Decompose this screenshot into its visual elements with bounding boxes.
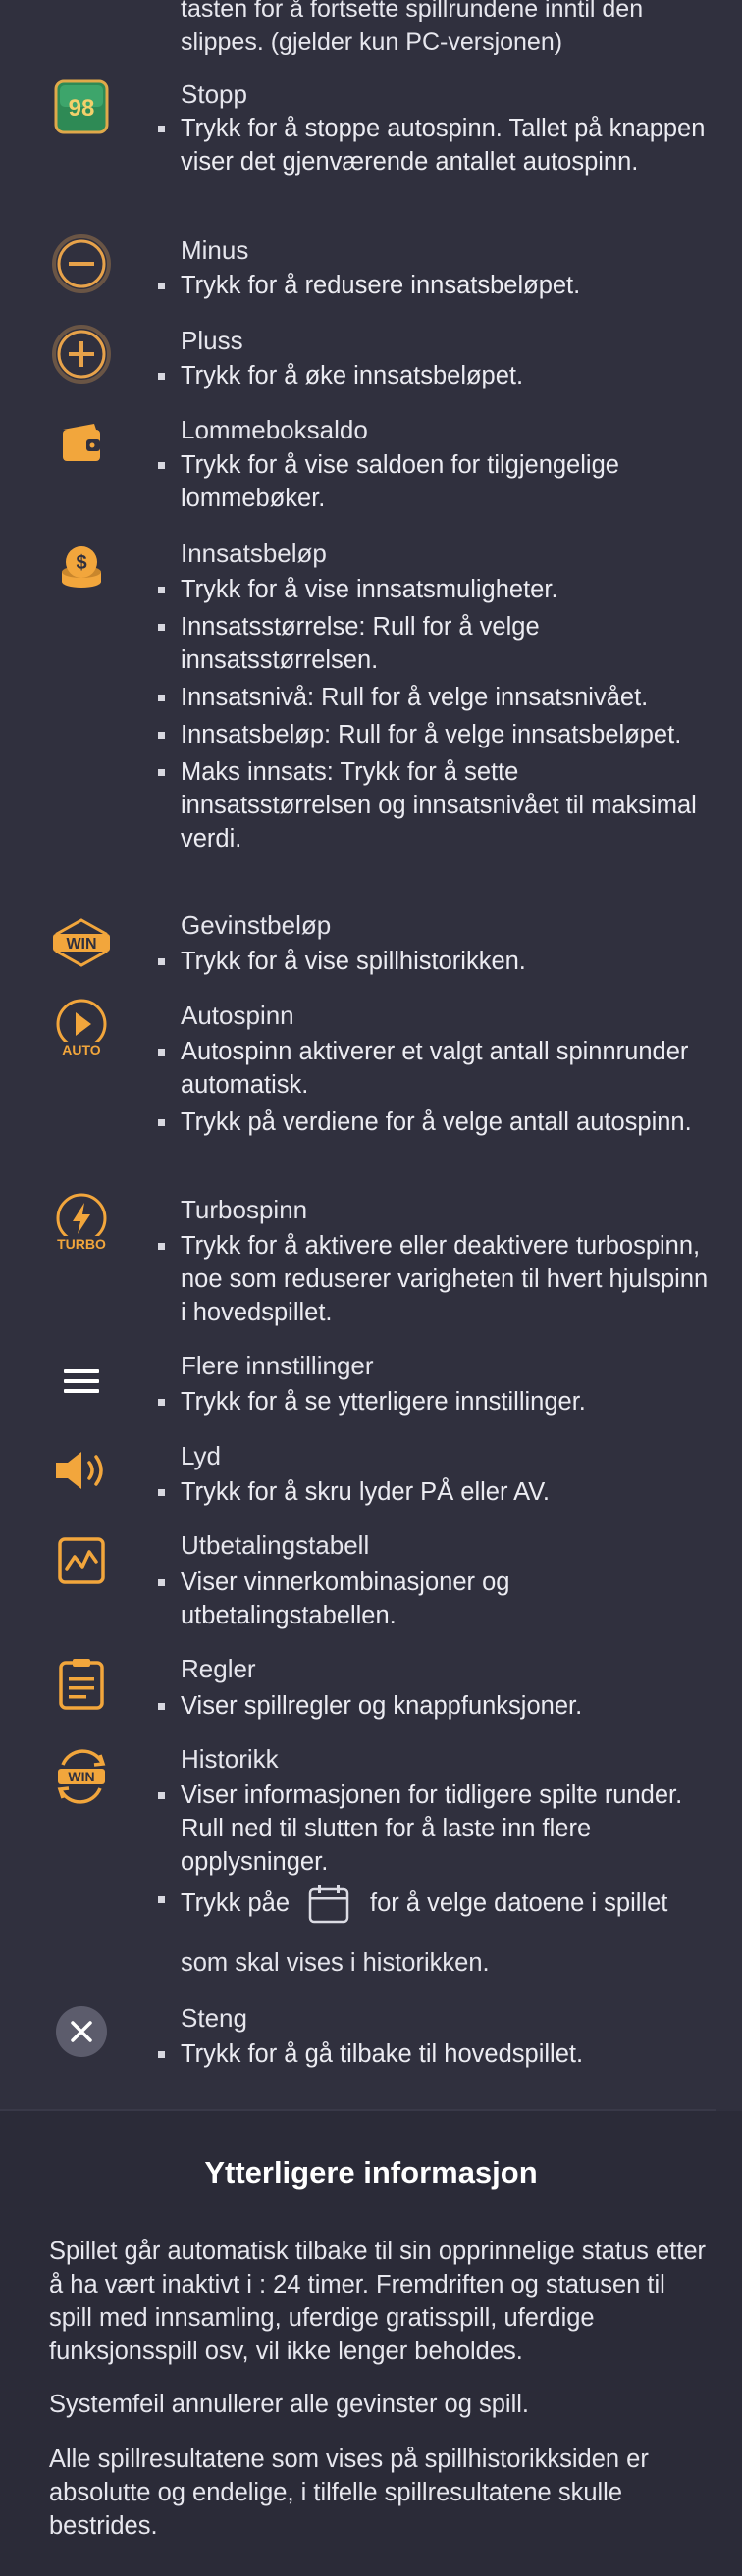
stop-count-text: 98 <box>69 95 95 122</box>
item-title: Autospinn <box>181 1001 294 1030</box>
wallet-icon <box>49 410 114 475</box>
item-title: Innsatsbeløp <box>181 539 327 568</box>
bullet: Trykk på verdiene for å velge antall aut… <box>158 1106 711 1139</box>
bullet-list: Trykk for å vise innsatsmuligheter. Inns… <box>158 573 711 859</box>
calendar-pre-text: Trykk påe <box>181 1889 291 1917</box>
bullet-list: Trykk for å vise spillhistorikken. <box>158 945 711 982</box>
bullet-list: Autospinn aktiverer et valgt antall spin… <box>158 1035 711 1143</box>
bullet: Trykk for å øke innsatsbeløpet. <box>158 359 711 392</box>
bullet: Viser informasjonen for tidligere spilte… <box>158 1778 711 1879</box>
bullet-list: Viser informasjonen for tidligere spilte… <box>158 1778 711 1928</box>
item-title: Turbospinn <box>181 1195 308 1224</box>
bullet: Viser spillregler og knappfunksjoner. <box>158 1689 711 1723</box>
auto-text: AUTO <box>62 1042 101 1057</box>
bullet-list: Trykk for å aktivere eller deaktivere tu… <box>158 1229 711 1333</box>
bullet: Trykk for å aktivere eller deaktivere tu… <box>158 1229 711 1329</box>
item-title: Stopp <box>181 79 247 109</box>
bullet: Trykk for å se ytterligere innstillinger… <box>158 1385 711 1418</box>
more-info-paragraph: Spillet går automatisk tilbake til sin o… <box>49 2238 707 2365</box>
bullet: Innsatsstørrelse: Rull for å velge innsa… <box>158 610 711 677</box>
bullet-calendar: Trykk påe for å velge datoene i spillet <box>158 1882 711 1924</box>
bullet-list: Viser spillregler og knappfunksjoner. <box>158 1689 711 1726</box>
help-page: tasten for å fortsette spillrundene innt… <box>0 0 742 2576</box>
item-title: Lyd <box>181 1441 221 1470</box>
calendar-icon[interactable] <box>307 1884 350 1924</box>
coins-icon: $ <box>49 536 114 600</box>
bullet-list: Trykk for å vise saldoen for tilgjengeli… <box>158 448 711 519</box>
item-title: Historikk <box>181 1744 279 1774</box>
bullet: Innsatsnivå: Rull for å velge innsatsniv… <box>158 681 711 714</box>
item-title: Regler <box>181 1654 256 1683</box>
svg-text:$: $ <box>76 552 86 574</box>
stop-98-icon: 98 <box>49 75 114 139</box>
close-icon[interactable] <box>49 1999 114 2064</box>
turbo-icon: TURBO <box>49 1191 114 1256</box>
bullet: Autospinn aktiverer et valgt antall spin… <box>158 1035 711 1102</box>
history-win-text: WIN <box>68 1769 94 1784</box>
bullet: Trykk for å vise innsatsmuligheter. <box>158 573 711 606</box>
bullet: Trykk for å stoppe autospinn. Tallet på … <box>158 112 711 179</box>
bullet: Innsatsbeløp: Rull for å velge innsatsbe… <box>158 718 711 751</box>
rules-icon <box>49 1652 114 1717</box>
bullet: Trykk for å gå tilbake til hovedspillet. <box>158 2037 711 2071</box>
bullet-list: Trykk for å stoppe autospinn. Tallet på … <box>158 112 711 182</box>
item-title: Steng <box>181 2003 247 2033</box>
bullet: Trykk for å vise saldoen for tilgjengeli… <box>158 448 711 515</box>
turbo-text: TURBO <box>57 1236 106 1252</box>
bullet-list: Trykk for å øke innsatsbeløpet. <box>158 359 711 396</box>
win-icon: WIN <box>49 910 114 975</box>
plus-icon <box>49 322 114 386</box>
item-title: Flere innstillinger <box>181 1351 374 1380</box>
bullet-list: Trykk for å skru lyder PÅ eller AV. <box>158 1475 711 1513</box>
bullet: Trykk for å skru lyder PÅ eller AV. <box>158 1475 711 1509</box>
sound-icon <box>49 1438 114 1503</box>
bullet-list: Trykk for å gå tilbake til hovedspillet. <box>158 2037 711 2075</box>
bullet: Trykk for å redusere innsatsbeløpet. <box>158 269 711 302</box>
bullet: Trykk for å vise spillhistorikken. <box>158 945 711 978</box>
item-title: Lommeboksaldo <box>181 415 368 444</box>
more-info-paragraph: Systemfeil annullerer alle gevinster og … <box>49 2391 529 2418</box>
win-text: WIN <box>66 936 96 953</box>
bullet: Maks innsats: Trykk for å sette innsatss… <box>158 755 711 855</box>
top-text: tasten for å fortsette spillrundene innt… <box>181 0 644 56</box>
history-icon: WIN <box>49 1744 114 1809</box>
calendar-line2: som skal vises i historikken. <box>181 1949 490 1977</box>
menu-icon <box>49 1349 114 1414</box>
more-info-title: Ytterligere informasjon <box>204 2155 538 2190</box>
item-title: Utbetalingstabell <box>181 1530 370 1560</box>
item-title: Minus <box>181 235 249 265</box>
bullet-list: Trykk for å se ytterligere innstillinger… <box>158 1385 711 1422</box>
item-title: Pluss <box>181 326 243 355</box>
bullet: Viser vinnerkombinasjoner og utbetalings… <box>158 1566 711 1632</box>
more-info-paragraph: Alle spillresultatene som vises på spill… <box>49 2446 649 2540</box>
bullet-list: Viser vinnerkombinasjoner og utbetalings… <box>158 1566 711 1636</box>
calendar-post-text: for å velge datoene i spillet <box>370 1889 668 1917</box>
item-title: Gevinstbeløp <box>181 910 332 940</box>
bullet-list: Trykk for å redusere innsatsbeløpet. <box>158 269 711 306</box>
autospin-icon: AUTO <box>49 997 114 1061</box>
minus-icon <box>49 232 114 296</box>
paytable-icon <box>49 1528 114 1593</box>
